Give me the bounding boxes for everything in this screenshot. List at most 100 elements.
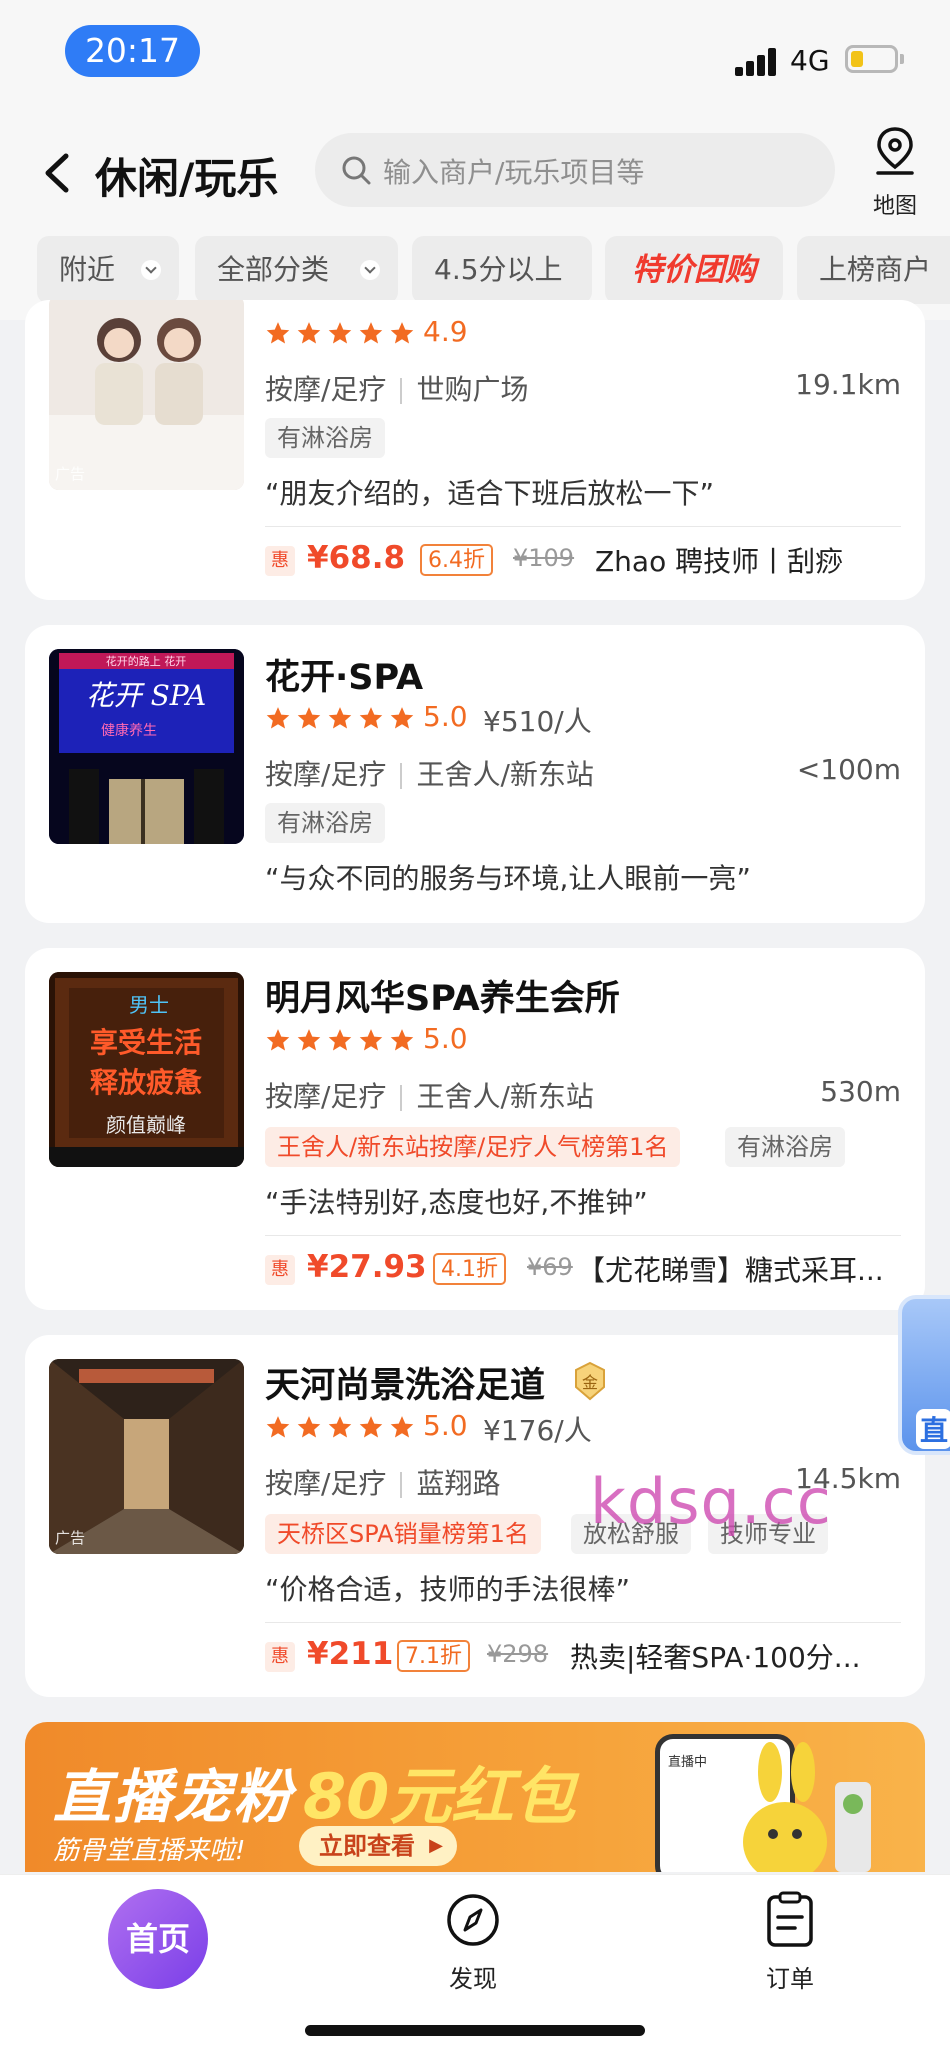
star-icon [297,322,321,344]
sign-sub-text: 健康养生 [101,722,157,739]
gold-medal-icon: 金 [575,1361,605,1401]
page-title: 休闲/玩乐 [95,154,279,203]
divider [265,526,901,527]
deal-title: 【尤花睇雪】糖式采耳... [577,1254,884,1287]
star-icon [328,707,352,729]
deal-badge: 惠 [265,546,295,576]
merchant-name: 天河尚景洗浴足道 [265,1366,546,1406]
star-icon [266,1416,290,1438]
signal-icon [735,48,783,76]
star-icon [359,322,383,344]
status-bar: 20:17 4G [0,0,950,110]
floating-live-widget[interactable]: 直 [898,1295,950,1455]
deal-row[interactable]: 惠 ¥68.8 6.4折 ¥109 Zhao 聘技师丨刮痧 [265,540,901,580]
star-rating [265,1412,420,1442]
deal-row[interactable]: 惠 ¥27.93 4.1折 ¥69 【尤花睇雪】糖式采耳... [265,1249,901,1289]
home-indicator [305,2025,645,2036]
filter-label: 上榜商户 [819,253,932,286]
distance: <100m [796,753,901,786]
filter-top-list[interactable]: 上榜商户 [797,236,950,304]
category: 按摩/足疗 [265,373,387,406]
filter-rating[interactable]: 4.5分以上 [412,236,592,304]
star-icon [328,1416,352,1438]
original-price: ¥109 [513,544,575,572]
area: 蓝翔路 [416,1467,501,1500]
review-snippet: “与众不同的服务与环境,让人眼前一亮” [265,862,751,895]
rating-score: 5.0 [423,1409,468,1442]
back-arrow-icon[interactable] [42,152,72,194]
merchant-card[interactable]: 花开的路上 花开 花开 SPA 健康养生 花开·SPA 5.0 ¥510/人 按… [25,625,925,923]
battery-icon [845,45,904,73]
discount-badge: 7.1折 [397,1640,470,1672]
status-time: 20:17 [65,25,200,77]
star-icon [390,322,414,344]
medal-text: 金 [582,1373,598,1392]
filter-label: 附近 [59,253,116,286]
mascot-illustration [743,1742,871,1872]
rank-tag[interactable]: 王舍人/新东站按摩/足疗人气榜第1名 [265,1127,681,1167]
filter-special-deal[interactable]: 特价团购 [605,236,783,304]
category: 按摩/足疗 [265,1467,387,1500]
star-icon [297,707,321,729]
filter-nearby[interactable]: 附近 [37,236,179,304]
deal-badge: 惠 [265,1642,295,1672]
feature-tag: 有淋浴房 [725,1127,845,1167]
sign-main-text: 花开 SPA [86,679,207,712]
network-type: 4G [790,44,830,77]
search-icon [342,156,371,185]
area: 王舍人/新东站 [416,1080,594,1113]
star-rating [265,1025,420,1055]
deal-price: ¥27.93 [307,1249,427,1285]
merchant-name: 花开·SPA [265,658,424,698]
banner-amount: 80元红包 [303,1760,576,1833]
poster-line4: 颜值巅峰 [106,1113,186,1137]
rank-tag[interactable]: 天桥区SPA销量榜第1名 [265,1514,541,1554]
watermark: kdsq.cc [590,1465,832,1538]
map-button[interactable]: 地图 [860,126,930,219]
deal-row[interactable]: 惠 ¥211 7.1折 ¥298 热卖|轻奢SPA·100分... [265,1636,901,1676]
rating-score: 5.0 [423,1022,468,1055]
merchant-photo: 花开的路上 花开 花开 SPA 健康养生 [49,649,244,844]
star-icon [266,1029,290,1051]
deal-badge: 惠 [265,1255,295,1285]
star-icon [390,1029,414,1051]
discount-badge: 4.1折 [433,1253,506,1285]
star-icon [266,707,290,729]
star-icon [328,1029,352,1051]
banner-subtitle: 筋骨堂直播来啦! [53,1836,246,1866]
poster-line1: 男士 [129,993,169,1017]
merchant-photo: 男士 享受生活 释放疲惫 颜值巅峰 [49,972,244,1167]
star-icon [359,707,383,729]
filter-label: 特价团购 [632,252,756,288]
tab-label: 订单 [766,1965,814,1993]
search-input[interactable]: 输入商户/玩乐项目等 [315,133,835,207]
deal-title: 热卖|轻奢SPA·100分... [570,1641,861,1674]
tab-label: 发现 [449,1965,497,1993]
tab-bar: 首页 发现 订单 [0,1874,950,2056]
deal-title: Zhao 聘技师丨刮痧 [595,545,844,578]
merchant-card[interactable]: 广告 4.9 按摩/足疗 世购广场 19.1km 有淋浴房 “朋友介绍的，适合下班… [25,300,925,600]
star-icon [359,1029,383,1051]
area: 王舍人/新东站 [416,758,594,791]
merchant-card[interactable]: 男士 享受生活 释放疲惫 颜值巅峰 明月风华SPA养生会所 5.0 按摩/足疗王… [25,948,925,1310]
tab-home[interactable]: 首页 [108,1889,208,1989]
rating-score: 5.0 [423,700,468,733]
star-icon [359,1416,383,1438]
distance: 19.1km [795,368,901,401]
discount-badge: 6.4折 [420,544,493,576]
star-icon [390,707,414,729]
rating-score: 4.9 [423,315,468,348]
price-per-person: ¥176/人 [483,1414,592,1447]
star-rating [265,318,420,348]
sign-top-text: 花开的路上 花开 [106,654,187,668]
promo-banner[interactable]: 直播宠粉 80元红包 筋骨堂直播来啦! 立即查看 直播中 [25,1722,925,1872]
map-label: 地图 [872,194,917,219]
poster-line2: 享受生活 [90,1026,202,1059]
divider [265,1235,901,1236]
tab-discover[interactable]: 发现 [413,1891,533,2001]
filter-category[interactable]: 全部分类 [195,236,398,304]
star-icon [390,1416,414,1438]
banner-view-button[interactable]: 立即查看 [299,1826,457,1866]
tab-orders[interactable]: 订单 [730,1891,850,2001]
chevron-down-icon [360,260,380,280]
